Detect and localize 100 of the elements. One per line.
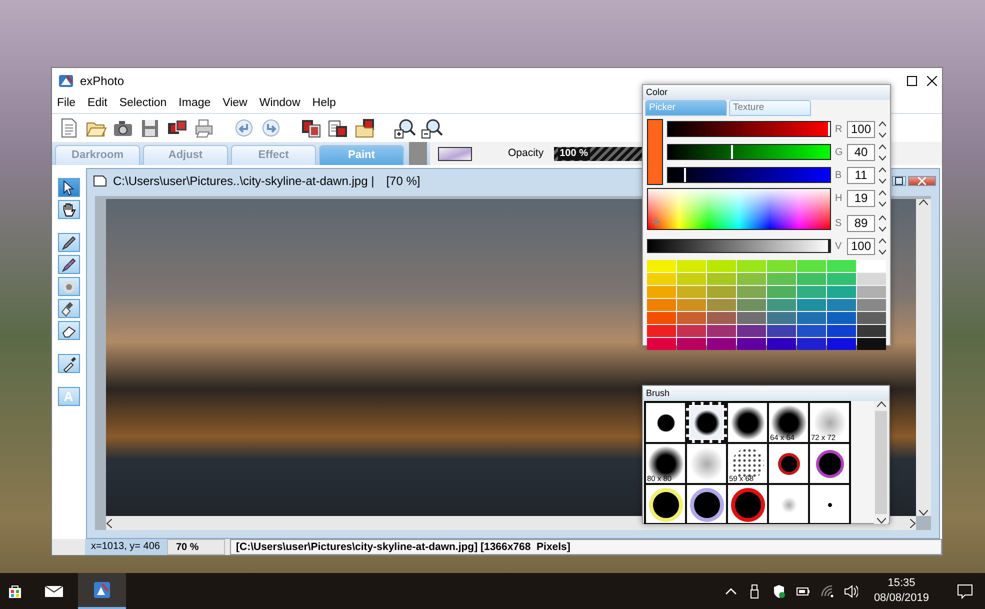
folder-image-button[interactable] <box>354 117 376 139</box>
color-swatch[interactable] <box>647 325 676 338</box>
speaker-icon[interactable] <box>844 584 858 598</box>
scroll-down-icon[interactable] <box>876 518 886 524</box>
color-swatch[interactable] <box>737 338 766 350</box>
menu-item[interactable]: Edit <box>88 94 108 112</box>
scroll-up-icon[interactable] <box>876 401 886 407</box>
scroll-thumb[interactable] <box>875 411 887 514</box>
color-swatch[interactable] <box>797 338 826 350</box>
menu-item[interactable]: Help <box>312 94 336 112</box>
channel-value-field[interactable]: 40 <box>847 144 875 161</box>
menu-item[interactable]: File <box>57 94 76 112</box>
brush-tile[interactable] <box>686 402 727 443</box>
scroll-up-icon[interactable] <box>919 199 928 205</box>
spin-arrows-icon[interactable] <box>879 166 886 184</box>
dropper-tool-button[interactable] <box>58 354 80 373</box>
scroll-down-icon[interactable] <box>919 510 928 516</box>
maximize-button[interactable] <box>892 176 906 186</box>
hand-tool-button[interactable] <box>58 200 80 219</box>
color-swatch[interactable] <box>737 260 766 272</box>
brightness-slider[interactable] <box>647 239 831 254</box>
color-swatch[interactable] <box>677 312 706 324</box>
color-slider[interactable] <box>667 144 831 160</box>
brush-tile[interactable] <box>768 484 809 523</box>
color-swatch[interactable] <box>857 325 886 338</box>
spin-arrows-icon[interactable] <box>879 144 886 161</box>
channel-value-field[interactable]: 100 <box>847 120 875 138</box>
color-swatch[interactable] <box>797 286 826 298</box>
channel-value-field[interactable]: 100 <box>847 238 875 255</box>
color-swatch[interactable] <box>677 286 706 298</box>
color-swatch[interactable] <box>707 338 736 350</box>
color-swatch[interactable] <box>797 273 826 286</box>
color-swatch[interactable] <box>797 260 826 272</box>
color-swatch[interactable] <box>737 325 766 338</box>
redo-button[interactable] <box>260 117 282 139</box>
brush-tile[interactable] <box>809 443 850 484</box>
color-swatch[interactable] <box>677 260 706 272</box>
color-slider[interactable] <box>667 121 831 138</box>
channel-value-field[interactable]: 19 <box>847 190 875 207</box>
color-swatch[interactable] <box>797 299 826 312</box>
image-copy-button[interactable] <box>300 117 322 139</box>
color-swatch[interactable] <box>857 260 886 272</box>
color-swatch[interactable] <box>857 273 886 286</box>
color-swatch[interactable] <box>677 325 706 338</box>
color-swatch[interactable] <box>647 299 676 312</box>
color-swatch[interactable] <box>827 312 856 324</box>
color-swatch[interactable] <box>707 260 736 272</box>
smudge-tool-button[interactable] <box>58 299 80 318</box>
color-swatch[interactable] <box>677 273 706 286</box>
color-swatch[interactable] <box>677 338 706 350</box>
zoom-out-button[interactable] <box>421 117 443 139</box>
brush-scrollbar[interactable] <box>874 401 888 524</box>
eraser-tool-button[interactable] <box>58 321 80 340</box>
slider-thumb[interactable] <box>730 145 733 160</box>
save-button[interactable] <box>139 117 161 139</box>
printer-button[interactable] <box>193 117 215 139</box>
color-swatch[interactable] <box>647 338 676 350</box>
color-swatch[interactable] <box>707 325 736 338</box>
spin-arrows-icon[interactable] <box>879 190 886 207</box>
wifi-icon[interactable] <box>820 584 834 598</box>
color-swatch[interactable] <box>707 286 736 298</box>
color-swatch[interactable] <box>797 325 826 338</box>
color-swatch[interactable] <box>827 273 856 286</box>
color-swatch[interactable] <box>767 299 796 312</box>
color-swatch[interactable] <box>707 299 736 312</box>
spin-arrows-icon[interactable] <box>879 238 886 255</box>
color-swatch[interactable] <box>827 338 856 350</box>
zoom-in-button[interactable] <box>394 117 416 139</box>
color-swatch[interactable] <box>767 273 796 286</box>
color-swatch[interactable] <box>647 286 676 298</box>
panel-tab[interactable]: Texture <box>729 100 811 116</box>
color-swatch[interactable] <box>647 312 676 324</box>
brush-tile[interactable] <box>686 443 727 484</box>
pointer-tool-button[interactable] <box>58 178 80 197</box>
slider-thumb[interactable] <box>684 168 686 182</box>
color-swatch[interactable] <box>827 286 856 298</box>
hue-saturation-field[interactable] <box>647 188 831 230</box>
opacity-slider[interactable]: 100 % <box>554 146 642 160</box>
color-swatch[interactable] <box>677 299 706 312</box>
color-swatch[interactable] <box>767 325 796 338</box>
brush-tool-button[interactable] <box>58 255 80 274</box>
color-swatch[interactable] <box>647 260 676 272</box>
color-swatch[interactable] <box>797 312 826 324</box>
color-swatch[interactable] <box>737 312 766 324</box>
color-swatch[interactable] <box>827 299 856 312</box>
color-swatch[interactable] <box>857 312 886 324</box>
color-swatch[interactable] <box>737 299 766 312</box>
color-swatch[interactable] <box>707 312 736 324</box>
color-swatch[interactable] <box>857 286 886 298</box>
color-swatch[interactable] <box>767 286 796 298</box>
channel-value-field[interactable]: 11 <box>847 166 875 184</box>
color-swatch[interactable] <box>827 260 856 272</box>
menu-item[interactable]: View <box>222 94 248 112</box>
color-swatch[interactable] <box>737 286 766 298</box>
color-swatch[interactable] <box>707 273 736 286</box>
color-swatch[interactable] <box>857 299 886 312</box>
menu-item[interactable]: Window <box>259 94 300 112</box>
color-slider[interactable] <box>667 167 831 184</box>
channel-value-field[interactable]: 89 <box>847 214 875 232</box>
color-swatch[interactable] <box>737 273 766 286</box>
